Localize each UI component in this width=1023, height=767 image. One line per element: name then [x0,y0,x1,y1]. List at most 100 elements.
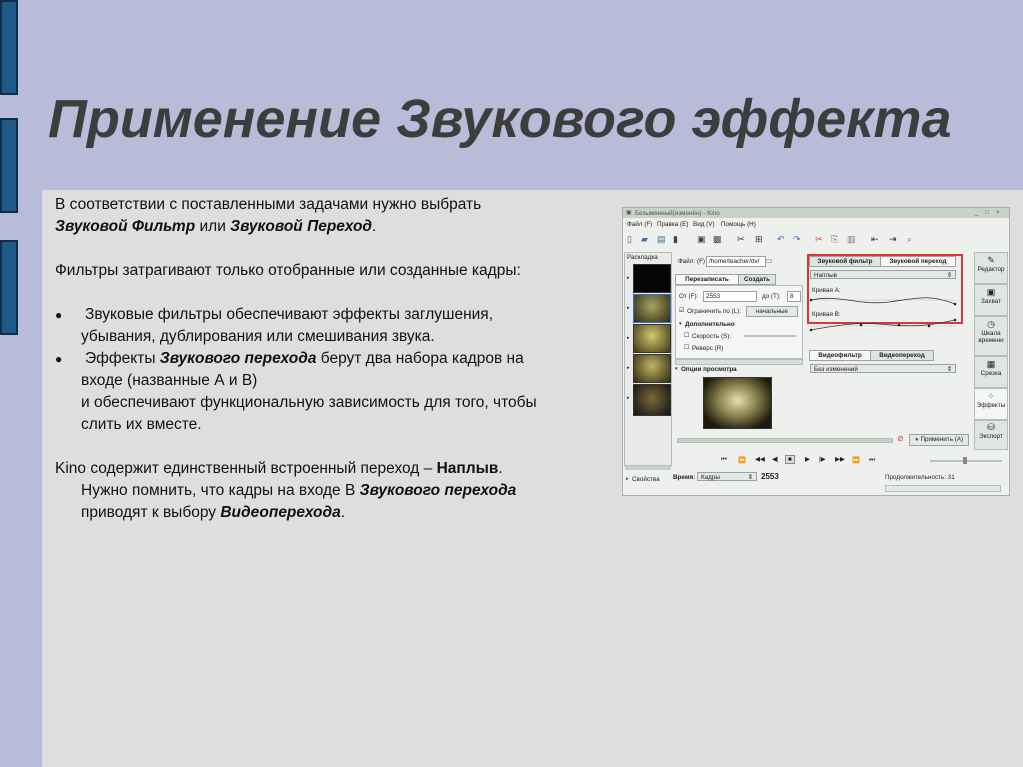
stop-transport-icon[interactable]: ■ [785,455,795,464]
step-forward-icon[interactable]: |▶ [819,456,825,463]
menu-help[interactable]: Помощь (H) [721,221,756,228]
next-scene-icon[interactable]: ⇥ [889,234,897,245]
side-trim-button[interactable]: ▦ Срезка [974,356,1008,388]
scene-thumbnail[interactable] [633,354,671,383]
audio-transition-value: Наплыв [814,272,838,279]
next-scene-transport-icon[interactable]: ⏩ [852,456,860,464]
expander-arrow-icon[interactable]: ▾ [675,366,678,372]
undo-icon[interactable]: ↶ [777,234,785,245]
export-side-icon: ⛁ [987,422,995,432]
forward-icon[interactable]: ▶▶ [835,456,845,463]
bullet2-post: берут два набора кадров на [316,350,524,367]
scene-thumbnail[interactable] [633,324,671,353]
reverse-checkbox[interactable]: ☐ [684,344,689,351]
audio-transition-select[interactable]: Наплыв ⇕ [810,270,956,279]
limit-dropdown[interactable]: начальные [746,306,798,317]
capture-icon: ▣ [986,287,996,297]
storyboard-scrollbar[interactable] [625,466,671,470]
to-value: 8 [790,293,794,300]
bullet-dot-icon: ● [55,352,63,366]
tab-audio-transition[interactable]: Звуковой переход [880,256,956,267]
go-end-icon[interactable]: ⏭ [869,456,875,464]
to-label: до (T): [762,293,781,300]
limit-value: начальные [755,308,789,315]
side-timeline-button[interactable]: ◷ Шкала времени [974,316,1008,356]
file-path-input[interactable]: /home/teacher/dv/ [706,256,766,267]
left-accent-bar [0,0,18,95]
scene-thumbnail[interactable] [633,384,671,416]
maximize-icon[interactable]: □ [985,209,989,216]
open-icon[interactable]: ▰ [641,234,648,245]
play-icon[interactable]: ▶ [805,456,810,463]
export-icon[interactable]: ▮ [673,234,678,245]
curve-a-point [953,302,957,306]
new-icon[interactable]: ▯ [627,234,632,245]
kino-line-2: Нужно помнить, что кадры на входе В Звук… [55,480,630,502]
split-icon[interactable]: ✂ [737,234,745,245]
rewind-icon[interactable]: ◀◀ [755,456,765,463]
curve-a-point [809,298,813,302]
curves-graph[interactable] [809,292,957,334]
join-icon[interactable]: ⊞ [755,234,763,245]
render-progress-bar [677,438,893,443]
time-unit-value: Кадры [701,474,720,481]
filters-note: Фильтры затрагивают только отобранные ил… [55,262,521,279]
kino-line3-end: . [340,504,346,521]
scene-thumbnail-selected[interactable] [633,294,671,323]
intro-text: В соответствии с поставленными задачами … [55,196,482,213]
redo-icon[interactable]: ↷ [793,234,801,245]
video-filter-select[interactable]: Без изменений ⇕ [810,364,956,373]
scene-thumbnail[interactable] [633,264,671,293]
slide-title: Применение Звукового эффекта [48,89,952,149]
expander-arrow-icon[interactable]: ▸ [626,476,629,482]
paste-icon[interactable]: ▥ [847,234,856,245]
expander-arrow-icon[interactable]: ▾ [679,321,682,327]
properties-label: Свойства [632,476,660,483]
side-editor-button[interactable]: ✎ Редактор [974,252,1008,284]
from-input[interactable]: 2553 [703,291,757,302]
prev-scene-icon[interactable]: ⇤ [871,234,879,245]
apply-button[interactable]: ● Применить (A) [909,434,969,446]
zoom-icon[interactable]: ⌕ [907,234,912,245]
side-export-button[interactable]: ⛁ Экспорт [974,420,1008,450]
close-icon[interactable]: × [996,209,1000,216]
side-capture-button[interactable]: ▣ Захват [974,284,1008,316]
tab-audio-transition-label: Звуковой переход [889,258,947,265]
tab-overwrite[interactable]: Перезаписать [675,274,739,285]
minimize-icon[interactable]: _ [975,209,979,216]
bullet2-line2: входе (названные А и В) [81,372,258,389]
menu-file[interactable]: Файл (F) [627,221,652,228]
limit-checkbox[interactable]: ☑ [679,307,684,314]
step-back-icon[interactable]: ◀| [772,456,778,463]
left-scrollbar[interactable] [675,359,803,365]
cut-scene-icon[interactable]: ▣ [697,234,706,245]
menu-view[interactable]: Вид (V) [693,221,715,228]
cut-icon[interactable]: ✂ [815,234,823,245]
copy-scene-icon[interactable]: ▩ [713,234,722,245]
menu-edit[interactable]: Правка (E) [657,221,688,228]
bullet2-line1: Эффекты Звукового перехода берут два наб… [81,348,630,370]
tab-video-transition[interactable]: Видеопереход [870,350,934,361]
preview-options-label: Опции просмотра [681,366,737,373]
tab-create-label: Создать [744,276,770,283]
kino-line-3: приводят к выбору Видеоперехода. [55,502,630,524]
side-effects-button[interactable]: ✧ Эффекты [974,388,1008,420]
tab-video-filter[interactable]: Видеофильтр [809,350,871,361]
tab-create[interactable]: Создать [738,274,776,285]
to-input[interactable]: 8 [787,291,801,302]
go-start-icon[interactable]: ⏮ [721,456,727,464]
time-format-select[interactable]: Кадры ⇕ [697,472,757,481]
kino-end: . [498,460,503,477]
frame-counter: 2553 [761,472,779,481]
volume-slider-handle[interactable] [963,457,967,464]
browse-folder-icon[interactable]: ▭ [765,256,773,265]
tab-audio-filter[interactable]: Звуковой фильтр [809,256,881,267]
side-capture-label: Захват [981,298,1001,305]
prev-scene-transport-icon[interactable]: ⏪ [738,456,746,464]
speed-checkbox[interactable]: ☐ [684,332,689,339]
copy-icon[interactable]: ⎘ [831,234,838,245]
additional-label: Дополнительно [685,321,735,328]
stop-icon[interactable]: ⊘ [897,434,904,443]
speed-slider[interactable] [744,335,796,337]
save-icon[interactable]: ▤ [657,234,666,245]
